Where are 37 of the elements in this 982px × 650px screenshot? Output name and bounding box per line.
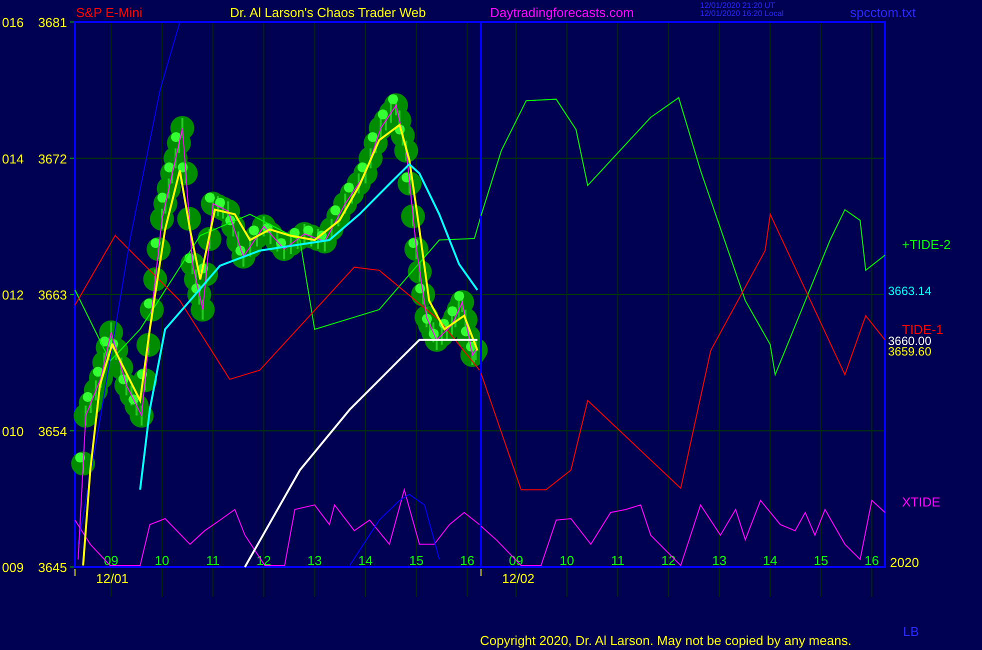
axis-label: 3681 — [38, 15, 67, 30]
axis-label: 3672 — [38, 151, 67, 166]
axis-label: 16 — [460, 553, 474, 568]
axis-label: 12 — [661, 553, 676, 568]
date-label: 12/02 — [502, 571, 535, 586]
timestamp: 12/01/2020 16:20 Local — [700, 9, 784, 18]
value-label: 3663.14 — [888, 284, 932, 298]
file-name: spcctom.txt — [850, 5, 916, 20]
axis-label: 09 — [104, 553, 118, 568]
axis-label: 15 — [409, 553, 424, 568]
series-label: XTIDE — [902, 494, 940, 510]
axis-label: 012 — [2, 288, 24, 302]
axis-label: 3645 — [38, 560, 67, 575]
axis-label: 3654 — [38, 424, 67, 439]
site-title: Dr. Al Larson's Chaos Trader Web — [230, 5, 426, 20]
axis-label: 13 — [712, 553, 727, 568]
timestamp: 12/01/2020 21:20 UT — [700, 1, 776, 10]
axis-label: 14 — [762, 553, 778, 568]
series-label: +TIDE-2 — [902, 237, 951, 252]
corner-label: LB — [903, 624, 919, 639]
axis-label: 15 — [814, 553, 828, 568]
axis-label: 010 — [2, 424, 24, 439]
axis-label: 3663 — [38, 288, 67, 302]
axis-label: 10 — [560, 553, 574, 568]
axis-label: 009 — [2, 560, 24, 575]
axis-label: 16 — [864, 553, 880, 568]
axis-label: 014 — [2, 151, 24, 166]
axis-label: 13 — [307, 553, 322, 568]
year-label: 2020 — [890, 555, 919, 570]
axis-label: 14 — [358, 553, 373, 568]
axis-label: 11 — [610, 553, 624, 568]
date-label: 12/01 — [96, 571, 129, 586]
chart-symbol: S&P E-Mini — [76, 5, 142, 20]
axis-label: 11 — [206, 553, 220, 568]
axis-label: 10 — [154, 553, 170, 568]
axis-label: 016 — [2, 15, 24, 30]
copyright-text: Copyright 2020, Dr. Al Larson. May not be copied by any means. — [480, 633, 852, 648]
